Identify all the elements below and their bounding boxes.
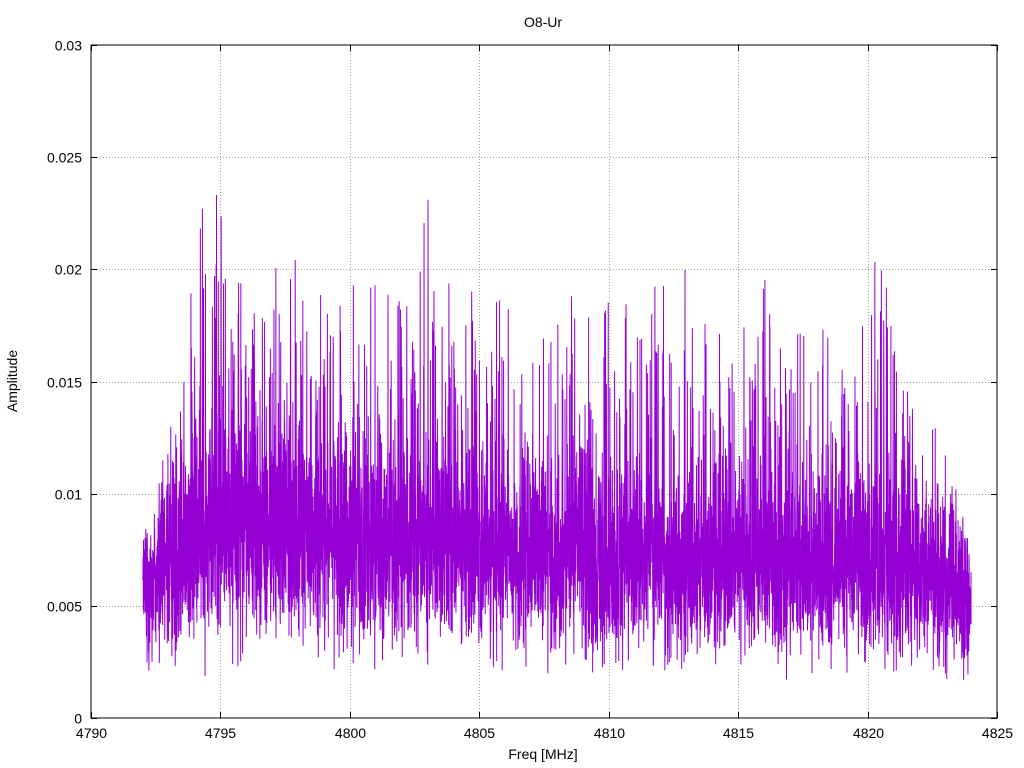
y-tick-label: 0.015 bbox=[47, 375, 82, 391]
axis-ticks: 4790 4795 4800 4805 4810 4815 4820 4825 0 0.005 0.… bbox=[47, 38, 1013, 742]
y-tick-label: 0.01 bbox=[55, 487, 82, 503]
y-axis-label: Amplitude bbox=[4, 350, 20, 412]
y-tick-label: 0.03 bbox=[55, 38, 82, 54]
x-tick-label: 4820 bbox=[853, 725, 884, 741]
chart-canvas: 4790 4795 4800 4805 4810 4815 4820 4825 0 0.005 0.… bbox=[4, 14, 1013, 762]
chart-title: O8-Ur bbox=[524, 14, 562, 30]
data-series bbox=[142, 195, 972, 680]
x-tick-label: 4815 bbox=[723, 725, 754, 741]
x-axis-label: Freq [MHz] bbox=[508, 746, 577, 762]
series-line bbox=[142, 195, 972, 680]
x-tick-label: 4810 bbox=[594, 725, 625, 741]
x-tick-label: 4790 bbox=[76, 725, 107, 741]
x-tick-label: 4825 bbox=[982, 725, 1013, 741]
y-tick-label: 0.025 bbox=[47, 150, 82, 166]
x-tick-label: 4795 bbox=[205, 725, 236, 741]
x-tick-label: 4805 bbox=[464, 725, 495, 741]
y-tick-label: 0.005 bbox=[47, 599, 82, 615]
y-tick-label: 0 bbox=[74, 711, 82, 727]
y-tick-label: 0.02 bbox=[55, 262, 82, 278]
x-tick-label: 4800 bbox=[335, 725, 366, 741]
